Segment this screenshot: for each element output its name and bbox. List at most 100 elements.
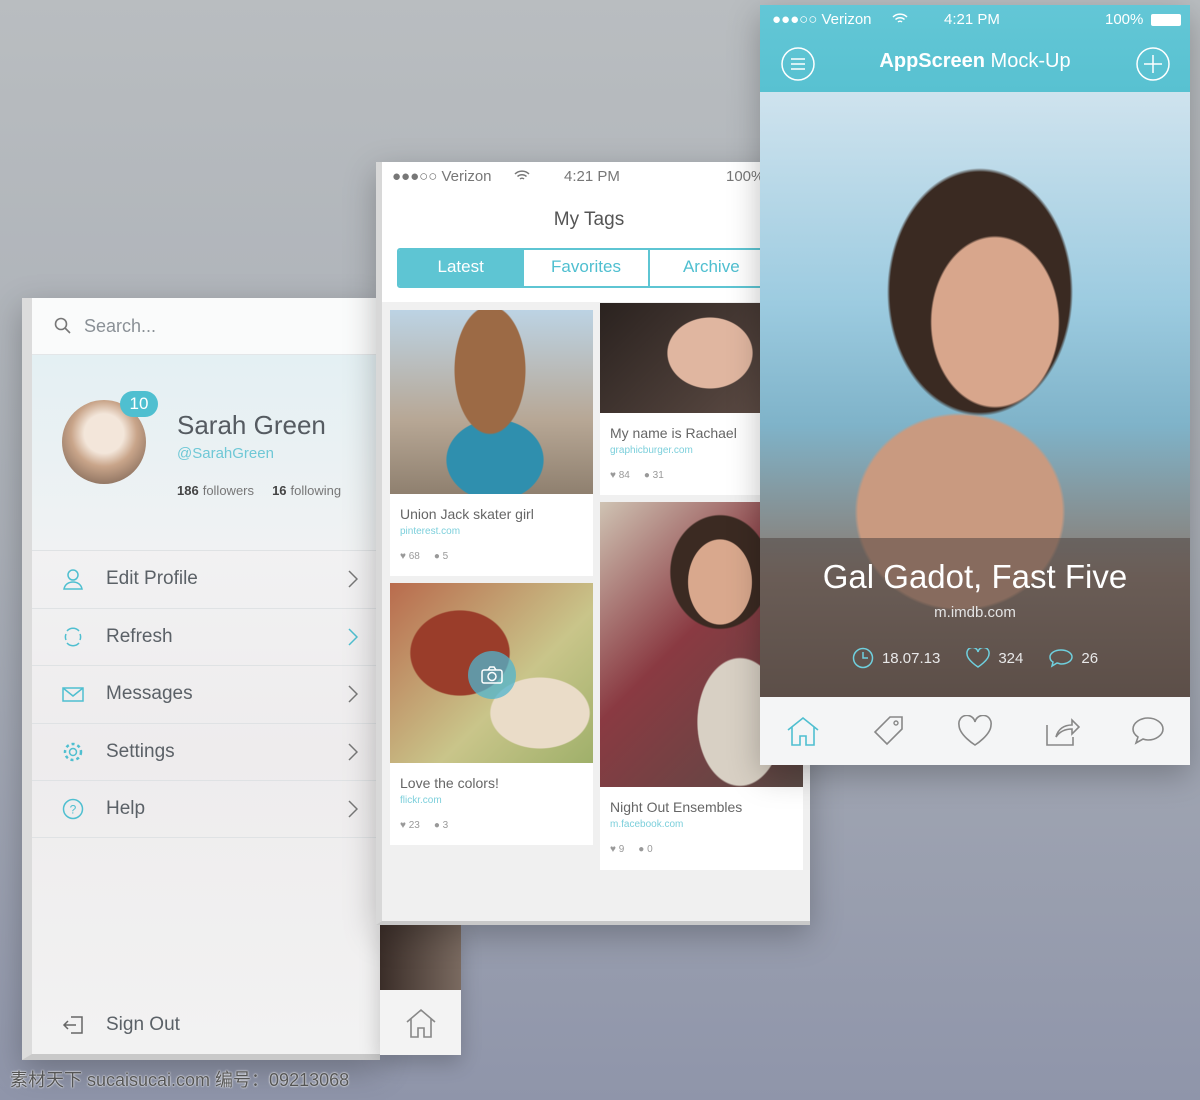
notification-badge: 10 [120, 391, 158, 417]
my-tags-screen: ●●●○○ Verizon 4:21 PM 100% My Tags Lates… [376, 162, 810, 925]
menu-item-label: Messages [106, 683, 193, 705]
menu-item-edit-profile[interactable]: Edit Profile [32, 550, 380, 608]
card-image [600, 303, 760, 413]
help-icon: ? [62, 798, 84, 819]
card-title: Night Out Ensembles [610, 799, 743, 815]
tab-bar: Latest Favorites Archive [397, 248, 777, 288]
chevron-right-icon [348, 685, 358, 703]
gear-icon [63, 742, 83, 761]
date: 18.07.13 [881, 649, 941, 667]
search-input[interactable]: Search... [32, 298, 380, 355]
status-carrier: ●●●○○ Verizon [392, 168, 492, 185]
header-bar: ●●●○○ Verizon 4:21 PM 100% AppScreen Moc… [760, 5, 1190, 92]
profile-name: Sarah Green [177, 410, 326, 440]
card-meta: ♥ 68 ● 5 [400, 551, 593, 562]
camera-button[interactable] [468, 651, 516, 699]
bottom-tab-bar [760, 697, 1190, 765]
home-icon[interactable] [404, 1007, 438, 1039]
card-title: My name is Rachael [610, 425, 737, 441]
envelope-icon [62, 687, 84, 702]
comment-icon[interactable] [1049, 648, 1074, 668]
chevron-right-icon [348, 743, 358, 761]
card-meta: ♥ 23 ● 3 [400, 820, 593, 831]
status-battery: 100% [726, 168, 765, 185]
card-source[interactable]: graphicburger.com [610, 445, 760, 456]
photo-caption: Gal Gadot, Fast Five m.imdb.com 18.07.13… [760, 538, 1190, 697]
menu-item-help[interactable]: ? Help [32, 780, 380, 838]
likes-count: ♥ 9 [610, 844, 625, 855]
search-placeholder: Search... [84, 315, 157, 336]
detail-screen: ●●●○○ Verizon 4:21 PM 100% AppScreen Moc… [760, 5, 1190, 765]
title-rest: Mock-Up [985, 50, 1071, 72]
menu-item-messages[interactable]: Messages [32, 665, 380, 723]
card-title: Union Jack skater girl [400, 506, 534, 522]
tab-favorites[interactable]: Favorites [524, 250, 650, 286]
caption-title: Gal Gadot, Fast Five [822, 558, 1128, 595]
followers-count: 186 [177, 483, 199, 498]
tab-archive[interactable]: Archive [650, 250, 775, 286]
camera-icon [481, 666, 503, 684]
card-source[interactable]: m.facebook.com [610, 819, 803, 830]
likes-count: ♥ 23 [400, 820, 420, 831]
sign-out-label: Sign Out [106, 1014, 180, 1035]
card-source[interactable]: pinterest.com [400, 526, 593, 537]
comment-icon[interactable] [1131, 716, 1165, 746]
card-meta: ♥ 9 ● 0 [610, 844, 803, 855]
status-time: 4:21 PM [564, 168, 620, 185]
title-bold: AppScreen [879, 50, 985, 72]
profile-stats: 186 followers 16 following [177, 483, 341, 498]
card-meta: ♥ 84 ● 31 [610, 470, 760, 481]
home-icon[interactable] [785, 715, 821, 747]
likes-count: ♥ 68 [400, 551, 420, 562]
background-screen [380, 925, 461, 1055]
status-battery: 100% [1105, 11, 1144, 28]
menu-item-label: Help [106, 797, 146, 819]
card-rachael[interactable]: My name is Rachael graphicburger.com ♥ 8… [600, 303, 760, 495]
followers-label: followers [202, 483, 254, 498]
share-icon[interactable] [1044, 715, 1080, 747]
comments-count: ● 0 [638, 844, 653, 855]
sign-out-icon [62, 1016, 83, 1034]
menu-item-label: Refresh [106, 625, 173, 647]
card-love-colors[interactable]: Love the colors! flickr.com ♥ 23 ● 3 [390, 583, 593, 845]
status-time: 4:21 PM [944, 11, 1000, 28]
profile-section: 10 Sarah Green @SarahGreen 186 followers … [32, 355, 380, 550]
caption-source[interactable]: m.imdb.com [760, 604, 1190, 621]
chevron-right-icon [348, 570, 358, 588]
page-title: My Tags [553, 209, 625, 230]
battery-icon [1151, 14, 1181, 26]
menu-item-settings[interactable]: Settings [32, 722, 380, 781]
add-button[interactable] [1135, 46, 1171, 82]
chevron-right-icon [348, 800, 358, 818]
chevron-right-icon [348, 628, 358, 646]
caption-meta: 18.07.13 324 26 [760, 647, 1190, 669]
card-source[interactable]: flickr.com [400, 795, 593, 806]
profile-handle[interactable]: @SarahGreen [177, 445, 274, 462]
clock-icon [852, 647, 874, 669]
card-image [390, 583, 593, 763]
likes-count: ♥ 84 [610, 470, 630, 481]
refresh-icon [64, 627, 82, 647]
wifi-icon [892, 13, 908, 23]
heart-icon[interactable] [966, 648, 991, 668]
search-icon [54, 317, 71, 334]
menu-item-refresh[interactable]: Refresh [32, 607, 380, 666]
tab-latest[interactable]: Latest [399, 250, 525, 286]
user-icon [63, 569, 83, 590]
card-title: Love the colors! [400, 775, 499, 791]
comments-count: ● 3 [433, 820, 449, 831]
sign-out-button[interactable]: Sign Out [62, 1014, 180, 1036]
page-title: AppScreen Mock-Up [760, 50, 1190, 73]
comments-count: ● 31 [643, 470, 664, 481]
tag-icon[interactable] [872, 714, 906, 748]
comments-count: ● 5 [433, 551, 449, 562]
sidebar-panel: Search... 10 Sarah Green @SarahGreen 186… [22, 298, 380, 1060]
watermark: 素材天下 sucaisucai.com 编号：09213068 [10, 1070, 350, 1090]
comments-count: 26 [1081, 649, 1099, 667]
heart-icon[interactable] [957, 715, 993, 747]
wifi-icon [514, 170, 530, 180]
svg-text:?: ? [70, 802, 77, 816]
menu-item-label: Settings [106, 740, 175, 762]
card-union-jack[interactable]: Union Jack skater girl pinterest.com ♥ 6… [390, 310, 593, 576]
menu-item-label: Edit Profile [106, 568, 198, 590]
